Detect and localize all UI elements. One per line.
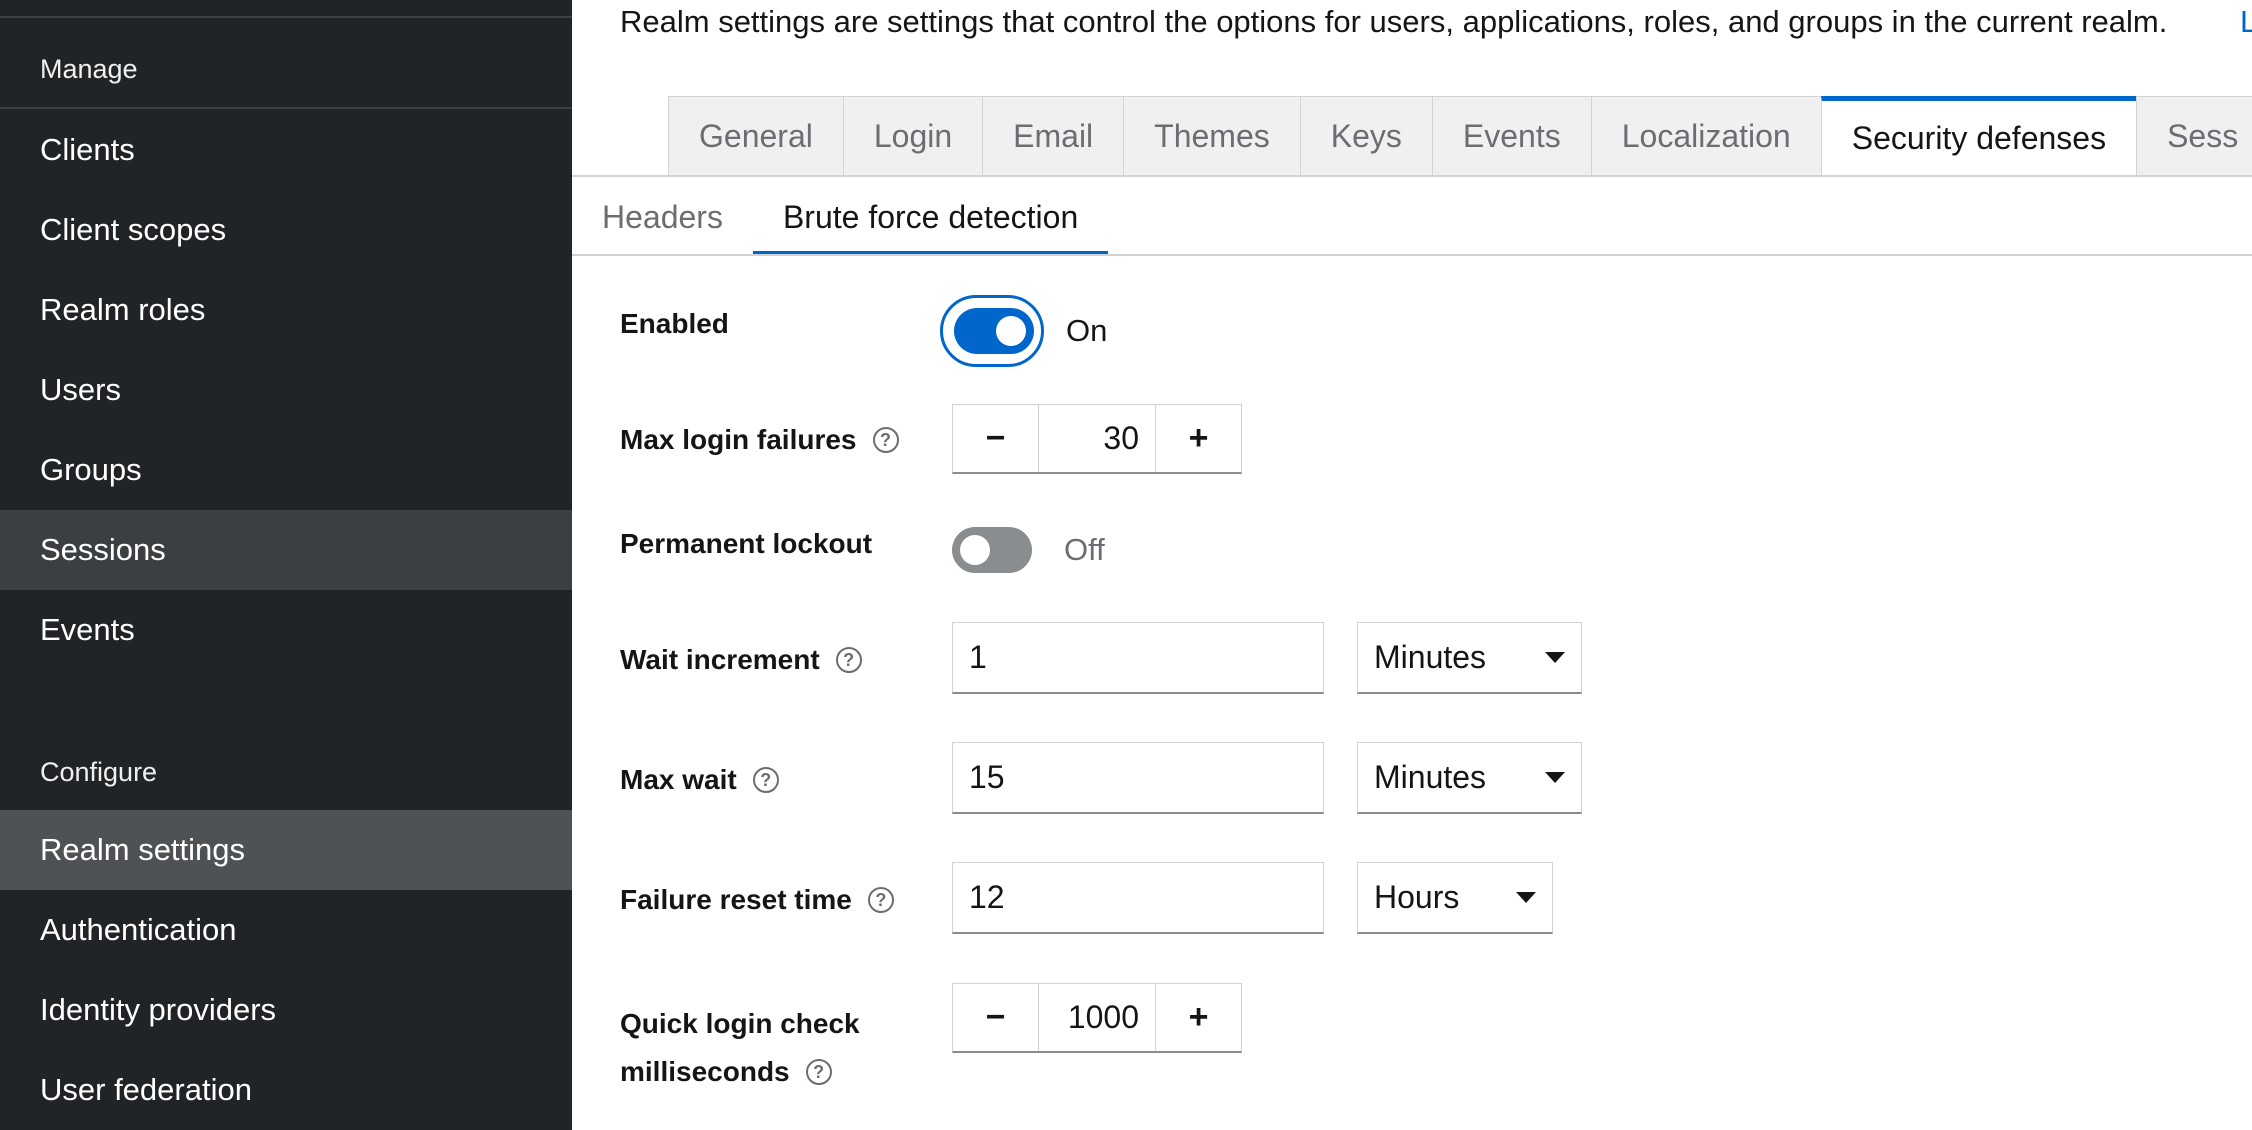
sidebar-item-users[interactable]: Users: [0, 350, 572, 430]
learn-more-link[interactable]: L: [2240, 4, 2252, 40]
wait-increment-label: Wait increment ?: [620, 644, 862, 676]
wait-increment-label-text: Wait increment: [620, 644, 820, 675]
tab-events[interactable]: Events: [1431, 96, 1591, 176]
permanent-lockout-switch-track[interactable]: [952, 527, 1032, 573]
max-wait-label: Max wait ?: [620, 764, 779, 796]
max-wait-unit-select[interactable]: Minutes: [1357, 742, 1582, 814]
max-wait-input[interactable]: [952, 742, 1324, 814]
tab-login[interactable]: Login: [842, 96, 983, 176]
wait-increment-unit-select[interactable]: Minutes: [1357, 622, 1582, 694]
help-icon[interactable]: ?: [872, 427, 899, 453]
max-login-failures-label-text: Max login failures: [620, 424, 857, 455]
sidebar-section-manage: Manage: [40, 54, 138, 84]
sidebar-item-groups[interactable]: Groups: [0, 430, 572, 510]
help-icon[interactable]: ?: [805, 1059, 832, 1085]
sidebar-item-authentication[interactable]: Authentication: [0, 890, 572, 970]
sidebar-item-clients[interactable]: Clients: [0, 110, 572, 190]
tab-email[interactable]: Email: [982, 96, 1124, 176]
security-subtabs: Headers Brute force detection: [572, 178, 1109, 256]
permanent-lockout-label-text: Permanent lockout: [620, 528, 873, 559]
sidebar-item-realm-settings[interactable]: Realm settings: [0, 810, 572, 890]
permanent-lockout-state-text: Off: [1064, 532, 1105, 567]
max-login-failures-label: Max login failures ?: [620, 424, 899, 456]
max-login-failures-stepper: − 30 +: [952, 404, 1242, 474]
subtabs-divider: [572, 254, 2252, 256]
caret-down-icon: [1545, 652, 1565, 663]
failure-reset-time-input[interactable]: [952, 862, 1324, 934]
sidebar-item-client-scopes[interactable]: Client scopes: [0, 190, 572, 270]
sidebar-item-realm-roles[interactable]: Realm roles: [0, 270, 572, 350]
help-icon[interactable]: ?: [752, 767, 779, 793]
sidebar-item-events[interactable]: Events: [0, 590, 572, 670]
wait-increment-input[interactable]: [952, 622, 1324, 694]
enabled-state-text: On: [1066, 313, 1108, 348]
enabled-label: Enabled: [620, 308, 729, 340]
failure-reset-time-label-text: Failure reset time: [620, 884, 852, 915]
max-login-failures-value[interactable]: 30: [1039, 405, 1155, 472]
enabled-label-text: Enabled: [620, 308, 729, 339]
max-login-failures-minus-button[interactable]: −: [953, 405, 1039, 472]
page-description: Realm settings are settings that control…: [620, 4, 2168, 39]
enabled-switch-knob: [996, 316, 1026, 346]
tab-keys[interactable]: Keys: [1299, 96, 1432, 176]
quick-login-check-value[interactable]: 1000: [1039, 984, 1155, 1051]
max-wait-label-text: Max wait: [620, 764, 737, 795]
sidebar-divider: [0, 107, 572, 109]
quick-login-check-plus-button[interactable]: +: [1155, 984, 1241, 1051]
quick-login-check-label-line2-wrap: milliseconds ?: [620, 1048, 832, 1096]
focus-ring: [940, 295, 1044, 367]
failure-reset-time-unit-select[interactable]: Hours: [1357, 862, 1553, 934]
failure-reset-time-unit-value: Hours: [1374, 879, 1460, 915]
tabs-divider: [572, 175, 2252, 177]
enabled-switch[interactable]: On: [940, 295, 1108, 367]
help-icon[interactable]: ?: [867, 887, 894, 913]
sidebar-item-sessions[interactable]: Sessions: [0, 510, 572, 590]
max-wait-unit-value: Minutes: [1374, 759, 1487, 795]
subtab-brute-force-detection[interactable]: Brute force detection: [752, 178, 1109, 256]
sidebar-item-identity-providers[interactable]: Identity providers: [0, 970, 572, 1050]
permanent-lockout-label: Permanent lockout: [620, 528, 872, 560]
caret-down-icon: [1545, 772, 1565, 783]
permanent-lockout-switch-knob: [960, 535, 990, 565]
realm-settings-tabs: General Login Email Themes Keys Events L…: [668, 96, 2252, 176]
quick-login-check-minus-button[interactable]: −: [953, 984, 1039, 1051]
quick-login-check-label-line1: Quick login check: [620, 1008, 860, 1039]
wait-increment-unit-value: Minutes: [1374, 639, 1487, 675]
enabled-switch-track[interactable]: [940, 295, 1044, 367]
help-icon[interactable]: ?: [835, 647, 862, 673]
tab-localization[interactable]: Localization: [1590, 96, 1821, 176]
sidebar-divider: [0, 16, 572, 18]
main-content: Realm settings are settings that control…: [572, 0, 2252, 1130]
permanent-lockout-switch[interactable]: Off: [952, 527, 1105, 573]
tab-themes[interactable]: Themes: [1123, 96, 1300, 176]
caret-down-icon: [1516, 892, 1536, 903]
tab-general[interactable]: General: [668, 96, 843, 176]
tab-security-defenses[interactable]: Security defenses: [1820, 96, 2137, 176]
sidebar-section-configure: Configure: [40, 757, 158, 787]
quick-login-check-stepper: − 1000 +: [952, 983, 1242, 1053]
sidebar: Manage Clients Client scopes Realm roles…: [0, 0, 572, 1130]
quick-login-check-label: Quick login check milliseconds ?: [620, 1000, 860, 1096]
quick-login-check-label-line2: milliseconds: [620, 1056, 790, 1087]
failure-reset-time-label: Failure reset time ?: [620, 884, 894, 916]
tab-sessions[interactable]: Sess: [2136, 96, 2252, 176]
max-login-failures-plus-button[interactable]: +: [1155, 405, 1241, 472]
subtab-headers[interactable]: Headers: [572, 178, 753, 256]
sidebar-item-user-federation[interactable]: User federation: [0, 1050, 572, 1130]
